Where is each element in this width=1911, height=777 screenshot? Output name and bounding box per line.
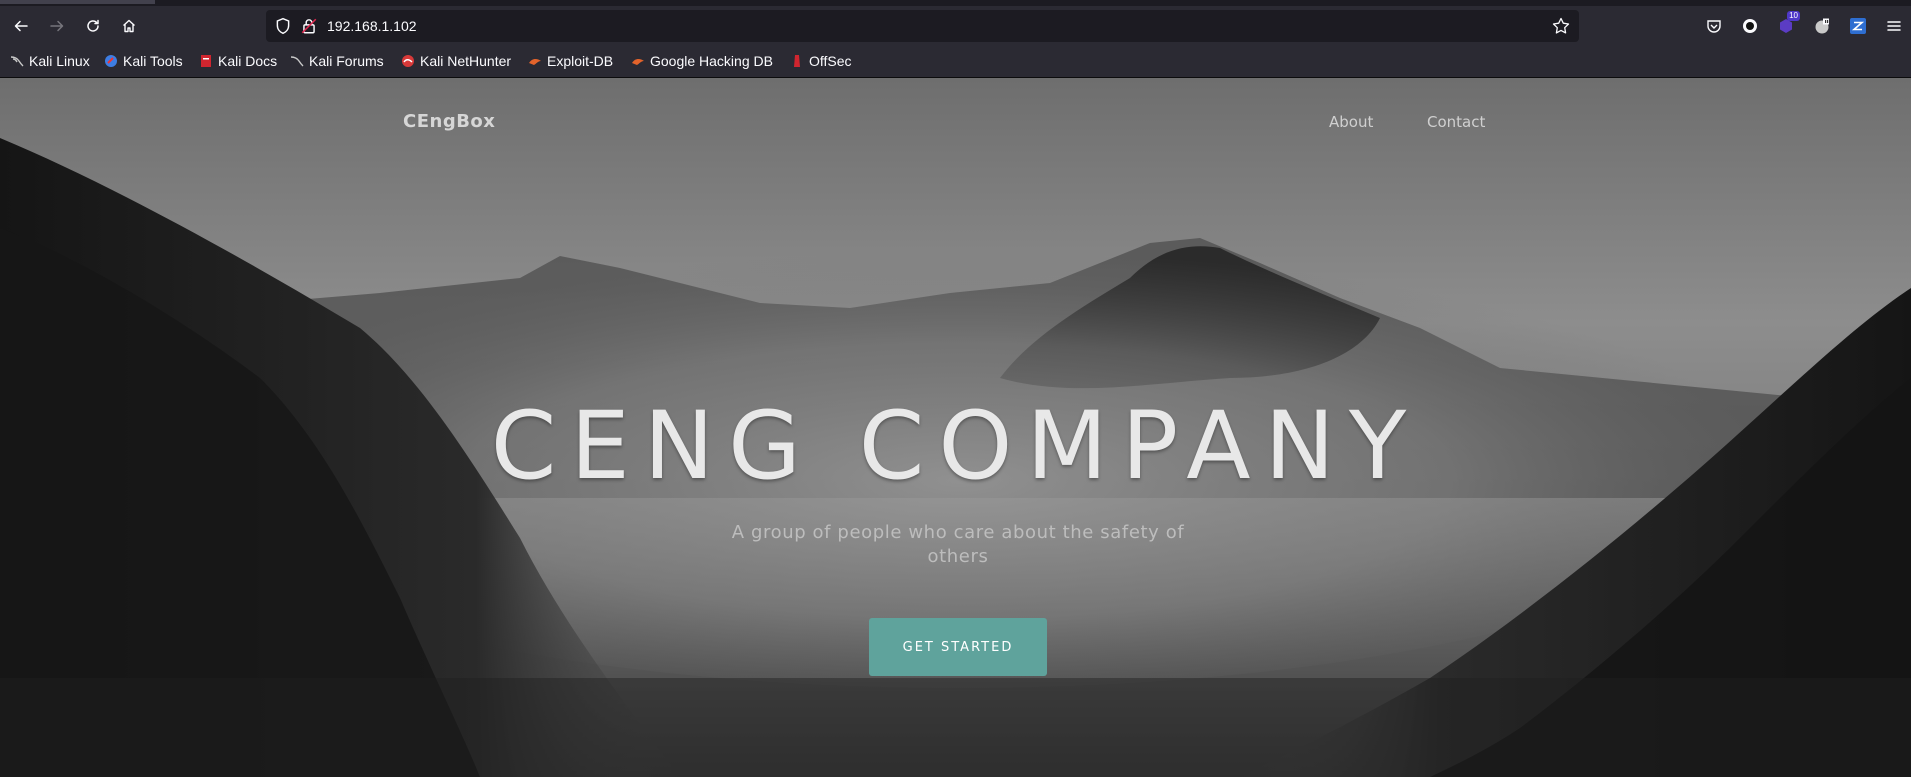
home-icon xyxy=(123,19,135,33)
ghdb-icon xyxy=(632,58,644,65)
pocket-button[interactable] xyxy=(1704,16,1724,36)
exploit-db-icon xyxy=(529,58,541,65)
url-text[interactable]: 192.168.1.102 xyxy=(327,18,417,34)
tracking-shield-icon[interactable] xyxy=(274,17,292,35)
bookmark-kali-docs[interactable]: Kali Docs xyxy=(199,51,277,71)
bookmark-kali-tools[interactable]: Kali Tools xyxy=(104,51,183,71)
url-bar[interactable]: 192.168.1.102 xyxy=(266,10,1579,42)
hero-title: CENG COMPANY xyxy=(490,392,1421,501)
active-tab[interactable] xyxy=(0,0,155,4)
arrow-right-icon xyxy=(50,20,64,32)
bookmark-kali-nethunter[interactable]: Kali NetHunter xyxy=(401,51,511,71)
nav-link-about[interactable]: About xyxy=(1329,113,1373,131)
get-started-button[interactable]: GET STARTED xyxy=(869,618,1047,676)
site-brand-logo[interactable]: CEngBox xyxy=(403,111,495,132)
insecure-lock-icon[interactable] xyxy=(300,17,318,35)
bookmark-google-hacking-db[interactable]: Google Hacking DB xyxy=(631,51,773,71)
back-button[interactable] xyxy=(7,12,35,40)
bookmark-kali-linux[interactable]: Kali Linux xyxy=(10,51,90,71)
browser-chrome: 192.168.1.102 10 Kali Linux Kali Tools K… xyxy=(0,0,1911,78)
kali-forums-icon xyxy=(290,56,304,67)
web-page: CEngBox About Contact CENG COMPANY A gro… xyxy=(0,78,1911,777)
forward-button[interactable] xyxy=(43,12,71,40)
bookmark-label: Kali NetHunter xyxy=(420,53,512,69)
cookie-extension-icon xyxy=(1815,18,1829,34)
bookmark-label: Kali Forums xyxy=(309,53,384,69)
hamburger-menu-icon xyxy=(1887,21,1901,31)
bookmark-label: Kali Docs xyxy=(218,53,278,69)
nethunter-icon xyxy=(402,55,414,67)
z-extension-icon xyxy=(1850,18,1866,34)
bookmark-exploit-db[interactable]: Exploit-DB xyxy=(528,51,613,71)
bookmark-label: Kali Linux xyxy=(29,53,90,69)
kali-tools-icon xyxy=(105,55,117,67)
bookmark-label: Google Hacking DB xyxy=(650,53,773,69)
offsec-icon xyxy=(794,55,800,67)
arrow-left-icon xyxy=(14,20,28,32)
home-button[interactable] xyxy=(115,12,143,40)
hero-subtitle: A group of people who care about the saf… xyxy=(731,522,1185,567)
extension-badge-button[interactable]: 10 xyxy=(1776,11,1800,36)
zotero-extension-button[interactable] xyxy=(1848,16,1868,36)
bookmark-offsec[interactable]: OffSec xyxy=(790,51,852,71)
app-menu-button[interactable] xyxy=(1884,16,1904,36)
reload-button[interactable] xyxy=(79,12,107,40)
kali-docs-icon xyxy=(201,55,211,67)
extension-badge-count: 10 xyxy=(1787,11,1800,21)
navigation-toolbar: 192.168.1.102 10 xyxy=(0,6,1911,46)
bookmark-star-icon[interactable] xyxy=(1551,16,1571,36)
nav-link-contact[interactable]: Contact xyxy=(1427,113,1485,131)
bookmark-label: OffSec xyxy=(809,53,852,69)
bookmark-kali-forums[interactable]: Kali Forums xyxy=(290,51,384,71)
bookmarks-toolbar: Kali Linux Kali Tools Kali Docs Kali For… xyxy=(0,48,1911,74)
kali-dragon-icon xyxy=(10,56,24,67)
reload-icon xyxy=(87,19,99,32)
extension-circle-button[interactable] xyxy=(1740,16,1760,36)
bookmark-label: Kali Tools xyxy=(123,53,183,69)
extension-puzzle-button[interactable] xyxy=(1812,16,1832,36)
circle-extension-icon xyxy=(1743,19,1757,33)
bookmark-label: Exploit-DB xyxy=(547,53,614,69)
pocket-icon xyxy=(1707,20,1721,33)
